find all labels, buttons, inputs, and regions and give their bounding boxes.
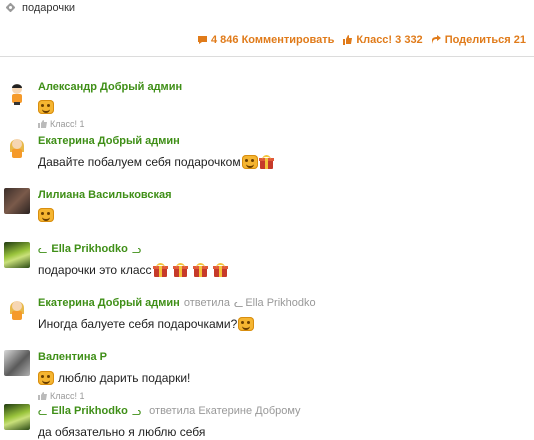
comment-text-content: Иногда балуете себя подарочками? bbox=[38, 317, 238, 331]
klass-button-label: Класс! 3 332 bbox=[356, 34, 423, 46]
smiley-icon bbox=[38, 100, 54, 114]
share-button-label: Поделиться 21 bbox=[444, 34, 526, 46]
comment-author[interactable]: Ella Prikhodko bbox=[51, 405, 127, 417]
gift-icon bbox=[152, 263, 168, 277]
thumbs-up-icon bbox=[343, 35, 353, 45]
comment-author[interactable]: Александр Добрый админ bbox=[38, 81, 182, 93]
decor-swirl-icon: ᓚ bbox=[233, 297, 244, 310]
comment-author[interactable]: Екатерина Добрый админ bbox=[38, 297, 180, 309]
share-button[interactable]: Поделиться 21 bbox=[431, 34, 526, 46]
likes-row[interactable]: Класс! 1 bbox=[38, 391, 518, 401]
comment-author[interactable]: Ella Prikhodko bbox=[51, 243, 127, 255]
smiley-icon bbox=[38, 371, 54, 385]
likes-count: Класс! 1 bbox=[50, 391, 85, 401]
avatar-boy-icon[interactable] bbox=[4, 80, 30, 106]
comment-text-content: да обязательно я люблю себя bbox=[38, 425, 206, 439]
comment-text: да обязательно я люблю себя bbox=[38, 424, 518, 440]
likes-count: Класс! 1 bbox=[50, 119, 85, 129]
gift-icon bbox=[258, 155, 274, 169]
comment-text: Иногда балуете себя подарочками? bbox=[38, 316, 518, 332]
avatar-photo[interactable] bbox=[4, 188, 30, 214]
decor-swirl-icon: ᓗ bbox=[131, 405, 142, 418]
decor-swirl-icon: ᓚ bbox=[38, 243, 48, 256]
thumbs-up-icon bbox=[38, 120, 47, 128]
likes-row[interactable]: Класс! 1 bbox=[38, 119, 518, 129]
reply-meta: ответила Екатерине Доброму bbox=[149, 405, 301, 417]
avatar-girl-icon[interactable] bbox=[4, 134, 30, 160]
speech-bubble-icon bbox=[197, 36, 207, 44]
comment-text bbox=[38, 100, 518, 114]
comment-author[interactable]: Валентина Р bbox=[38, 351, 107, 363]
smiley-icon bbox=[241, 155, 258, 169]
smiley-icon bbox=[38, 208, 54, 222]
header-divider bbox=[0, 56, 534, 57]
comment-text bbox=[38, 208, 518, 222]
tag-icon bbox=[6, 3, 16, 13]
avatar-girl-icon[interactable] bbox=[4, 296, 30, 322]
gift-icon bbox=[172, 263, 188, 277]
avatar-photo[interactable] bbox=[4, 404, 30, 430]
avatar-photo[interactable] bbox=[4, 350, 30, 376]
comment-text: подарочки это класс bbox=[38, 262, 518, 278]
comment-text: люблю дарить подарки! bbox=[38, 370, 518, 386]
comment-text: Давайте побалуем себя подарочком bbox=[38, 154, 518, 170]
reply-meta: ответила bbox=[183, 297, 230, 309]
reply-to-link[interactable]: ᓚ Ella Prikhodko bbox=[234, 297, 316, 310]
share-arrow-icon bbox=[431, 35, 441, 44]
avatar-photo[interactable] bbox=[4, 242, 30, 268]
klass-button[interactable]: Класс! 3 332 bbox=[342, 34, 423, 46]
comment-button[interactable]: 4 846 Комментировать bbox=[197, 34, 334, 46]
decor-swirl-icon: ᓚ bbox=[38, 405, 48, 418]
tag-row[interactable]: подарочки bbox=[6, 0, 75, 16]
comment-text-content: подарочки это класс bbox=[38, 263, 152, 277]
comment-author[interactable]: Лилиана Васильковская bbox=[38, 189, 172, 201]
reply-to-name: Ella Prikhodko bbox=[245, 297, 316, 309]
action-bar: 4 846 Комментировать Класс! 3 332 Подели… bbox=[197, 34, 526, 46]
comment-button-label: 4 846 Комментировать bbox=[210, 34, 335, 46]
gift-icon bbox=[192, 263, 208, 277]
tag-label: подарочки bbox=[22, 2, 76, 14]
comment-text-content: Давайте побалуем себя подарочком bbox=[38, 155, 241, 169]
gift-icon bbox=[212, 263, 228, 277]
smiley-icon bbox=[238, 317, 255, 331]
comment-author[interactable]: Екатерина Добрый админ bbox=[38, 135, 180, 147]
thumbs-up-icon bbox=[38, 392, 47, 400]
decor-swirl-icon: ᓗ bbox=[131, 243, 142, 256]
comment-text-content: люблю дарить подарки! bbox=[58, 371, 191, 385]
